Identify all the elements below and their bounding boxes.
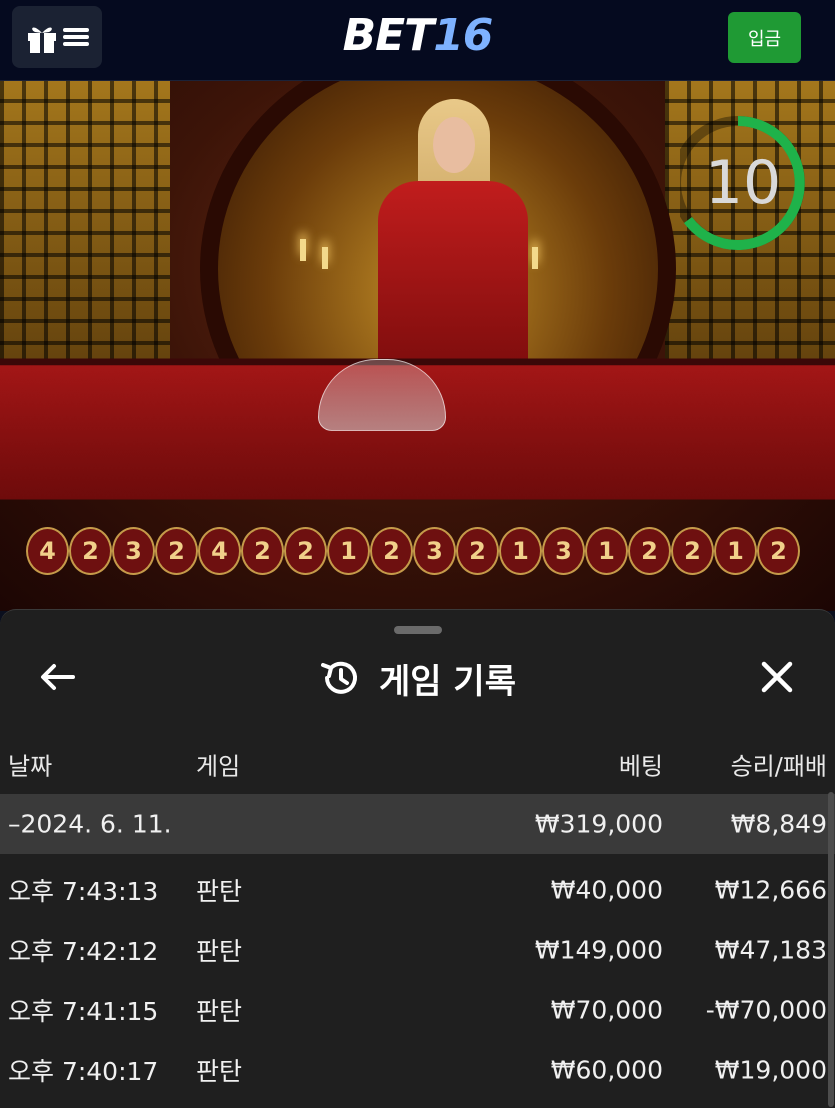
table-header: 날짜 게임 베팅 승리/패배 bbox=[0, 746, 835, 782]
row-bet: ₩40,000 bbox=[550, 875, 663, 905]
bead-result: 2 bbox=[671, 527, 714, 575]
bead-result: 2 bbox=[241, 527, 284, 575]
table-row[interactable]: 오후 7:41:15 판탄 ₩70,000 -₩70,000 bbox=[0, 980, 835, 1040]
row-winloss: -₩70,000 bbox=[705, 995, 827, 1025]
col-date[interactable]: 날짜 bbox=[8, 747, 52, 782]
bead-result: 2 bbox=[155, 527, 198, 575]
summary-winloss: ₩8,849 bbox=[730, 809, 827, 839]
panel-title: 게임 기록 bbox=[0, 650, 835, 706]
bead-result: 4 bbox=[26, 527, 69, 575]
logo-text-number: 16 bbox=[433, 10, 493, 61]
row-bet: ₩70,000 bbox=[550, 995, 663, 1025]
row-winloss: ₩47,183 bbox=[714, 935, 827, 965]
summary-bet: ₩319,000 bbox=[534, 809, 663, 839]
row-time: 오후 7:41:15 bbox=[8, 997, 159, 1026]
row-game: 판탄 bbox=[196, 997, 243, 1026]
row-time: 오후 7:40:17 bbox=[8, 1057, 159, 1086]
date-summary-row[interactable]: –2024. 6. 11. ₩319,000 ₩8,849 bbox=[0, 794, 835, 854]
row-bet: ₩60,000 bbox=[550, 1055, 663, 1085]
row-time: 오후 7:42:12 bbox=[8, 937, 159, 966]
history-icon bbox=[321, 661, 357, 694]
bead-result: 2 bbox=[370, 527, 413, 575]
bead-result: 3 bbox=[413, 527, 456, 575]
candle bbox=[300, 239, 306, 261]
row-game: 판탄 bbox=[196, 937, 243, 966]
dealer-face bbox=[433, 117, 475, 173]
game-history-panel: 게임 기록 날짜 게임 베팅 승리/패배 –2024. 6. 11. ₩319,… bbox=[0, 609, 835, 1108]
col-winloss[interactable]: 승리/패배 bbox=[731, 747, 827, 782]
candle bbox=[532, 247, 538, 269]
timer-value: 10 bbox=[704, 148, 782, 218]
logo-text-bet: BET bbox=[342, 10, 435, 61]
top-bar: BET16 입금 bbox=[0, 0, 835, 81]
bead-result: 1 bbox=[499, 527, 542, 575]
panel-title-text: 게임 기록 bbox=[379, 661, 516, 702]
bead-result: 2 bbox=[757, 527, 800, 575]
row-game: 판탄 bbox=[196, 877, 243, 906]
col-game[interactable]: 게임 bbox=[196, 747, 240, 782]
bead-result: 2 bbox=[456, 527, 499, 575]
col-bet[interactable]: 베팅 bbox=[619, 747, 663, 782]
bead-result: 2 bbox=[628, 527, 671, 575]
brand-logo[interactable]: BET16 bbox=[0, 10, 835, 61]
close-icon bbox=[761, 661, 793, 693]
deposit-button[interactable]: 입금 bbox=[728, 12, 801, 63]
countdown-timer: 10 bbox=[680, 112, 806, 254]
row-winloss: ₩19,000 bbox=[714, 1055, 827, 1085]
bead-result: 2 bbox=[69, 527, 112, 575]
candle bbox=[322, 247, 328, 269]
table-row[interactable]: 오후 7:43:13 판탄 ₩40,000 ₩12,666 bbox=[0, 860, 835, 920]
row-bet: ₩149,000 bbox=[534, 935, 663, 965]
summary-date: –2024. 6. 11. bbox=[8, 809, 172, 839]
bead-result: 1 bbox=[327, 527, 370, 575]
dealer bbox=[378, 181, 528, 381]
table-row[interactable]: 오후 7:40:17 판탄 ₩60,000 ₩19,000 bbox=[0, 1040, 835, 1100]
bead-result: 1 bbox=[585, 527, 628, 575]
bead-result: 4 bbox=[198, 527, 241, 575]
scrollbar[interactable] bbox=[828, 792, 834, 1107]
row-winloss: ₩12,666 bbox=[714, 875, 827, 905]
close-button[interactable] bbox=[752, 656, 802, 698]
drag-handle[interactable] bbox=[394, 626, 442, 634]
row-time: 오후 7:43:13 bbox=[8, 877, 159, 906]
bead-result: 1 bbox=[714, 527, 757, 575]
bead-road: 423242212321312212 bbox=[26, 527, 835, 579]
table-row[interactable]: 오후 7:42:12 판탄 ₩149,000 ₩47,183 bbox=[0, 920, 835, 980]
bead-result: 3 bbox=[542, 527, 585, 575]
bead-result: 3 bbox=[112, 527, 155, 575]
row-game: 판탄 bbox=[196, 1057, 243, 1086]
bead-result: 2 bbox=[284, 527, 327, 575]
